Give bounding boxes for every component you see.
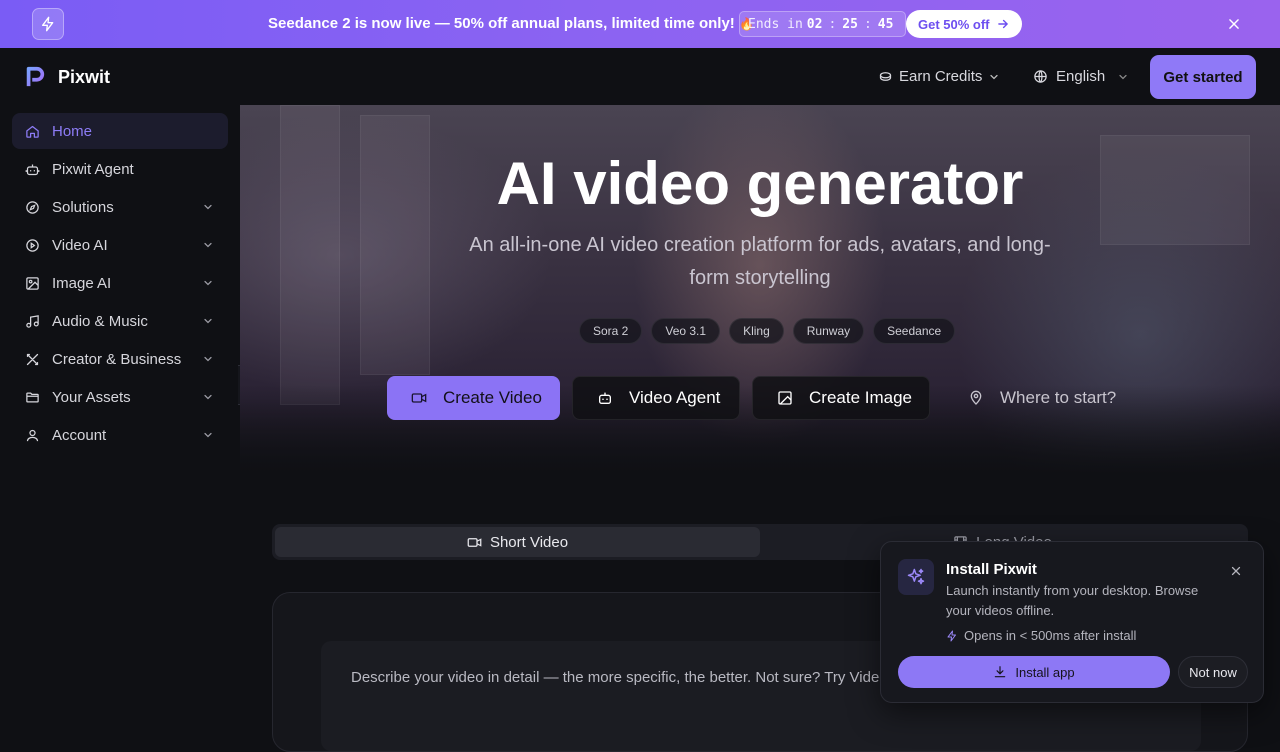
close-icon[interactable]	[1224, 14, 1244, 34]
sidebar-item-image-ai[interactable]: Image AI	[12, 265, 228, 301]
tab-short-video[interactable]: Short Video	[275, 527, 760, 557]
video-camera-icon	[411, 390, 427, 406]
model-chips: Sora 2 Veo 3.1 Kling Runway Seedance	[579, 318, 956, 344]
countdown-timer: Ends in 02 : 25 : 45	[739, 11, 907, 37]
sidebar-item-audio-music[interactable]: Audio & Music	[12, 303, 228, 339]
language-label: English	[1056, 68, 1106, 85]
timer-label: Ends in	[748, 16, 803, 32]
image-edit-icon	[777, 390, 793, 406]
create-video-button[interactable]: Create Video	[387, 376, 560, 420]
create-image-button[interactable]: Create Image	[752, 376, 930, 420]
get-discount-label: Get 50% off	[918, 16, 990, 32]
chevron-down-icon	[204, 242, 212, 248]
sidebar-item-label: Creator & Business	[52, 350, 182, 368]
sidebar-item-label: Pixwit Agent	[52, 160, 134, 178]
prompt-placeholder: Describe your video in detail — the more…	[351, 669, 935, 686]
create-image-label: Create Image	[809, 388, 912, 407]
sidebar-item-label: Video AI	[52, 236, 108, 254]
chevron-down-icon	[204, 318, 212, 324]
sidebar-item-account[interactable]: Account	[12, 417, 228, 453]
sidebar-item-creator-business[interactable]: Creator & Business	[12, 341, 228, 377]
chevron-down-icon	[204, 356, 212, 362]
where-to-start-label: Where to start?	[1000, 388, 1117, 407]
timer-separator: :	[863, 16, 872, 32]
timer-minutes: 25	[842, 16, 858, 32]
sidebar-item-label: Solutions	[52, 198, 114, 216]
model-chip[interactable]: Seedance	[873, 318, 956, 344]
play-circle-icon	[24, 237, 40, 253]
music-icon	[24, 313, 40, 329]
brand-logo[interactable]: Pixwit	[24, 66, 110, 88]
timer-seconds: 45	[877, 16, 894, 32]
video-agent-label: Video Agent	[629, 388, 721, 407]
sidebar-item-pixwit-agent[interactable]: Pixwit Agent	[12, 151, 228, 187]
pixwit-logo-icon	[26, 66, 45, 87]
hero-subtitle: An all-in-one AI video creation platform…	[469, 234, 1051, 289]
globe-icon	[1034, 70, 1047, 83]
model-chip[interactable]: Runway	[792, 318, 865, 344]
where-to-start-link[interactable]: Where to start?	[958, 376, 1118, 420]
timer-separator: :	[828, 16, 837, 32]
chevron-down-icon	[204, 394, 212, 400]
timer-hours: 02	[806, 16, 823, 32]
install-note-text: Opens in < 500ms after install	[964, 628, 1137, 643]
coins-icon	[879, 72, 892, 81]
get-started-button[interactable]: Get started	[1150, 55, 1256, 99]
hero-section: AI video generator An all-in-one AI vide…	[240, 105, 1280, 475]
sparkles-icon	[898, 559, 934, 595]
sidebar: Home Pixwit Agent Solutions Video AI Ima…	[0, 105, 240, 720]
sidebar-item-your-assets[interactable]: Your Assets	[12, 379, 228, 415]
sidebar-item-label: Home	[52, 122, 93, 140]
sidebar-item-label: Your Assets	[52, 388, 131, 406]
lightning-icon	[32, 8, 64, 40]
chevron-down-icon	[990, 74, 998, 79]
sidebar-item-label: Account	[52, 426, 107, 444]
earn-credits-label: Earn Credits	[899, 68, 983, 85]
lightning-icon	[947, 630, 956, 641]
get-discount-button[interactable]: Get 50% off	[906, 10, 1022, 38]
tab-label: Short Video	[489, 533, 569, 551]
compass-icon	[24, 199, 40, 215]
home-icon	[24, 123, 40, 139]
earn-credits-menu[interactable]: Earn Credits	[878, 68, 1000, 85]
hero-title: AI video generator	[496, 150, 1024, 217]
not-now-button[interactable]: Not now	[1178, 656, 1248, 688]
sidebar-item-label: Audio & Music	[52, 312, 148, 330]
robot-icon	[24, 161, 40, 177]
chevron-down-icon	[1119, 74, 1127, 79]
install-app-label: Install app	[1015, 664, 1075, 680]
create-video-label: Create Video	[443, 388, 542, 407]
download-icon	[995, 666, 1006, 678]
promo-message: Seedance 2 is now live — 50% off annual …	[268, 15, 754, 32]
chevron-down-icon	[204, 280, 212, 286]
language-selector[interactable]: English	[1033, 68, 1129, 85]
close-icon[interactable]	[1227, 562, 1245, 580]
promo-banner: Seedance 2 is now live — 50% off annual …	[0, 0, 1280, 48]
model-chip[interactable]: Veo 3.1	[651, 318, 721, 344]
brand-name: Pixwit	[58, 66, 111, 87]
sidebar-item-video-ai[interactable]: Video AI	[12, 227, 228, 263]
install-note: Opens in < 500ms after install	[946, 628, 1136, 643]
sidebar-item-solutions[interactable]: Solutions	[12, 189, 228, 225]
arrow-right-icon	[997, 19, 1008, 29]
chevron-down-icon	[204, 432, 212, 438]
chevron-down-icon	[204, 204, 212, 210]
video-agent-button[interactable]: Video Agent	[572, 376, 740, 420]
install-description: Launch instantly from your desktop. Brow…	[946, 583, 1199, 618]
install-app-popup: Install Pixwit Launch instantly from you…	[880, 541, 1264, 703]
user-icon	[24, 427, 40, 443]
install-title: Install Pixwit	[946, 561, 1037, 578]
video-camera-icon	[467, 537, 482, 547]
tools-icon	[24, 351, 40, 367]
folder-icon	[24, 389, 40, 405]
top-nav: Pixwit Earn Credits English Get started	[0, 48, 1280, 105]
install-app-button[interactable]: Install app	[898, 656, 1170, 688]
map-pin-icon	[968, 390, 984, 406]
sidebar-item-label: Image AI	[52, 274, 112, 292]
sidebar-item-home[interactable]: Home	[12, 113, 228, 149]
model-chip[interactable]: Sora 2	[579, 318, 643, 344]
image-icon	[24, 275, 40, 291]
robot-icon	[597, 390, 613, 406]
model-chip[interactable]: Kling	[729, 318, 784, 344]
